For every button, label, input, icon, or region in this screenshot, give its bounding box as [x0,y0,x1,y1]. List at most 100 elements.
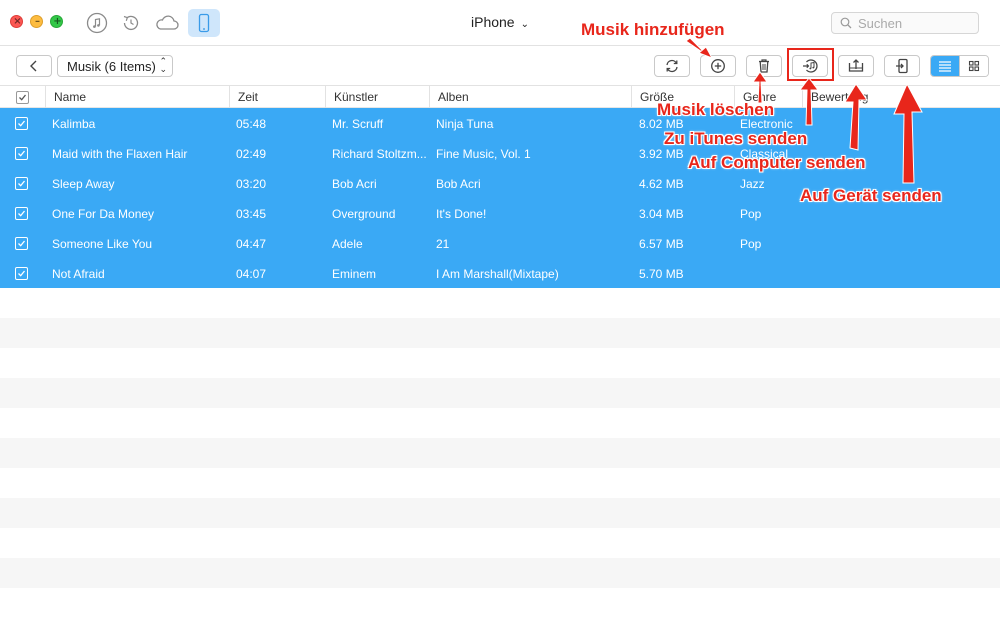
checkmark-icon [18,180,26,187]
cell-name: Maid with the Flaxen Hair [52,147,188,161]
cell-name: Kalimba [52,117,96,131]
cell-album: Ninja Tuna [436,117,494,131]
send-to-computer-button[interactable] [838,55,874,77]
column-header-time[interactable]: Zeit [229,86,325,108]
device-selector[interactable]: iPhone ⌄ [440,14,560,30]
view-mode-toggle [930,55,989,77]
row-checkbox[interactable] [15,117,28,130]
column-header-artist[interactable]: Künstler [325,86,429,108]
list-view-button[interactable] [931,56,960,76]
grid-view-icon [969,60,980,72]
cell-genre: Pop [740,207,762,221]
add-music-button[interactable] [700,55,736,77]
cell-album: 21 [436,237,450,251]
to-device-icon [896,58,908,74]
cell-time: 02:49 [236,147,267,161]
empty-row [0,378,1000,408]
empty-row [0,438,1000,468]
grid-view-button[interactable] [959,56,988,76]
cloud-icon [156,15,179,30]
table-row[interactable]: Someone Like You 04:47 Adele 21 6.57 MB … [0,228,1000,258]
table-row[interactable]: Kalimba 05:48 Mr. Scruff Ninja Tuna 8.02… [0,108,1000,138]
row-checkbox[interactable] [15,177,28,190]
cell-size: 6.57 MB [639,237,684,251]
device-name: iPhone [471,14,515,30]
cell-artist: Bob Acri [332,177,377,191]
add-icon [711,59,725,73]
cell-name: One For Da Money [52,207,155,221]
cell-album: Fine Music, Vol. 1 [436,147,531,161]
table-header: Name Zeit Künstler Alben Größe Genre Bew… [0,86,1000,108]
checkmark-icon [18,270,26,277]
updown-chevron-icon: ⌃ ⌄ [159,57,167,75]
category-select[interactable]: Musik (6 Items) ⌃ ⌄ [57,55,173,77]
chevron-down-icon: ⌄ [520,19,529,30]
list-view-icon [939,61,952,72]
history-icon [123,15,139,31]
cell-album: It's Done! [436,207,487,221]
toolbar: Musik (6 Items) ⌃ ⌄ [0,46,1000,86]
refresh-icon [666,59,678,73]
cell-artist: Eminem [332,267,377,281]
back-button[interactable] [16,55,52,77]
cell-time: 03:20 [236,177,267,191]
search-box[interactable] [831,12,979,34]
cell-time: 05:48 [236,117,267,131]
select-all-checkbox[interactable] [16,90,29,104]
empty-row [0,318,1000,348]
checkmark-icon [19,94,27,101]
music-icon [86,12,108,34]
row-checkbox[interactable] [15,207,28,220]
nav-device-button[interactable] [188,9,220,37]
select-all-column [0,86,45,108]
cell-artist: Mr. Scruff [332,117,384,131]
cell-time: 04:47 [236,237,267,251]
row-checkbox[interactable] [15,147,28,160]
column-header-album[interactable]: Alben [429,86,631,108]
search-input[interactable] [858,15,968,31]
empty-row [0,558,1000,588]
minimize-icon: – [35,16,40,27]
cell-artist: Overground [332,207,396,221]
cell-artist: Adele [332,237,363,251]
cell-album: Bob Acri [436,177,481,191]
row-checkbox[interactable] [15,237,28,250]
nav-icloud-button[interactable] [154,10,180,36]
maximize-icon: + [53,16,62,27]
chevron-left-icon [30,60,37,72]
cell-name: Not Afraid [52,267,105,281]
device-icon [198,13,210,33]
maximize-window-button[interactable]: + [50,15,63,28]
cell-size: 3.04 MB [639,207,684,221]
category-label: Musik (6 Items) [67,58,156,74]
column-header-name[interactable]: Name [45,86,229,108]
table-row[interactable]: Not Afraid 04:07 Eminem I Am Marshall(Mi… [0,258,1000,288]
refresh-button[interactable] [654,55,690,77]
cell-name: Someone Like You [52,237,153,251]
nav-history-button[interactable] [118,10,144,36]
cell-genre [740,258,802,288]
column-header-rating[interactable]: Bewertung [802,86,1000,108]
row-checkbox[interactable] [15,267,28,280]
close-window-button[interactable]: × [10,15,23,28]
cell-time: 04:07 [236,267,267,281]
annotation-delete-music: Musik löschen [657,100,775,119]
send-to-device-button[interactable] [884,55,920,77]
trash-icon [759,59,769,73]
minimize-window-button[interactable]: – [30,15,43,28]
checkmark-icon [18,240,26,247]
cell-album: I Am Marshall(Mixtape) [436,267,559,281]
checkmark-icon [18,120,26,127]
close-icon: × [13,16,22,27]
to-computer-icon [848,59,864,72]
annotation-send-device: Auf Gerät senden [800,186,942,205]
empty-row [0,498,1000,528]
nav-music-button[interactable] [84,10,110,36]
cell-genre: Pop [740,237,762,251]
cell-name: Sleep Away [52,177,115,191]
cell-size: 5.70 MB [639,267,684,281]
delete-music-button[interactable] [746,55,782,77]
checkmark-icon [18,210,26,217]
annotation-send-computer: Auf Computer senden [688,153,866,172]
itunes-button-highlight [787,48,834,81]
